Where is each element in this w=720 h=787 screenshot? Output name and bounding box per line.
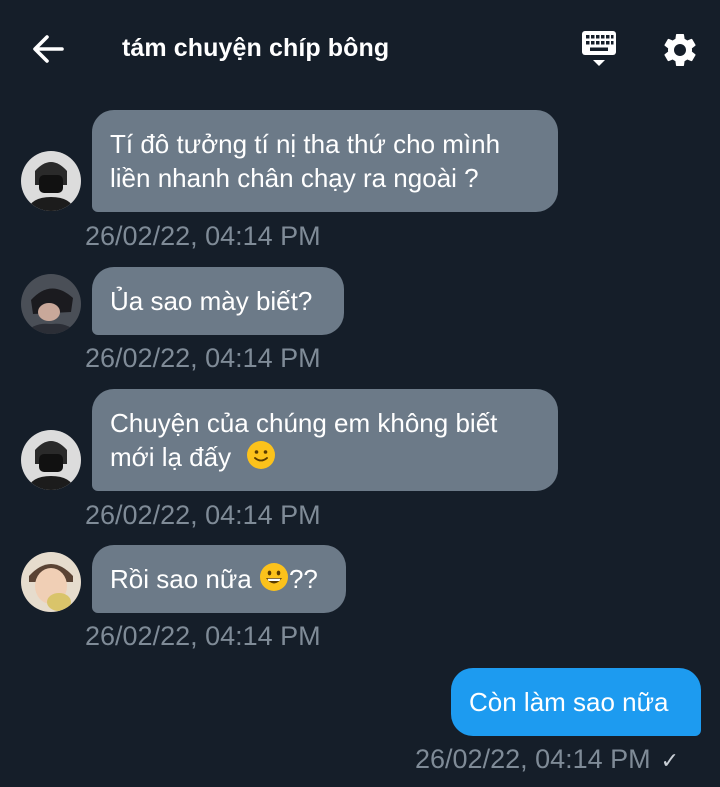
message-text: Rồi sao nữa <box>110 564 259 594</box>
avatar-person-image <box>21 552 81 612</box>
message-text: Chuyện của chúng em không biết <box>110 408 498 438</box>
message-timestamp: 26/02/22, 04:14 PM <box>85 343 321 373</box>
avatar[interactable] <box>21 151 81 211</box>
message-timestamp: 26/02/22, 04:14 PM <box>85 621 321 651</box>
avatar-masked-person-image <box>21 151 81 211</box>
back-button[interactable] <box>28 26 68 72</box>
avatar-person-image <box>21 274 81 334</box>
avatar[interactable] <box>21 274 81 334</box>
slightly-smiling-face-emoji <box>247 441 276 469</box>
message-bubble[interactable]: Ủa sao mày biết? <box>92 267 344 335</box>
avatar[interactable] <box>21 430 81 490</box>
keyboard-icon <box>582 31 616 66</box>
settings-button[interactable] <box>660 30 700 70</box>
message-text: ?? <box>288 564 318 594</box>
chat-header: tám chuyện chíp bông <box>0 0 720 96</box>
arrow-left-icon <box>33 35 64 63</box>
checkmark-icon: ✓ <box>660 748 680 773</box>
message-timestamp: 26/02/22, 04:14 PM <box>85 500 321 530</box>
avatar[interactable] <box>21 552 81 612</box>
conversation-title: tám chuyện chíp bông <box>122 34 390 62</box>
message-text: Ủa sao mày biết? <box>110 286 313 316</box>
avatar-masked-person-image <box>21 430 81 490</box>
message-timestamp: 26/02/22, 04:14 PM <box>85 221 321 251</box>
message-bubble-outgoing[interactable]: Còn làm sao nữa <box>451 668 701 736</box>
grinning-face-emoji <box>259 563 288 591</box>
gear-icon <box>664 34 696 66</box>
message-timestamp-row: 26/02/22, 04:14 PM ✓ <box>415 744 679 775</box>
message-text: liền nhanh chân chạy ra ngoài ? <box>110 163 479 193</box>
message-bubble[interactable]: Tí đô tưởng tí nị tha thứ cho mình liền … <box>92 110 558 212</box>
message-text: Còn làm sao nữa <box>469 687 669 717</box>
message-text: mới lạ đấy <box>110 442 232 472</box>
message-text: Tí đô tưởng tí nị tha thứ cho mình <box>110 129 501 159</box>
message-timestamp: 26/02/22, 04:14 PM <box>415 744 651 774</box>
message-bubble[interactable]: Rồi sao nữa ?? <box>92 545 346 613</box>
message-bubble[interactable]: Chuyện của chúng em không biết mới lạ đấ… <box>92 389 558 491</box>
keyboard-toggle-button[interactable] <box>577 28 621 72</box>
